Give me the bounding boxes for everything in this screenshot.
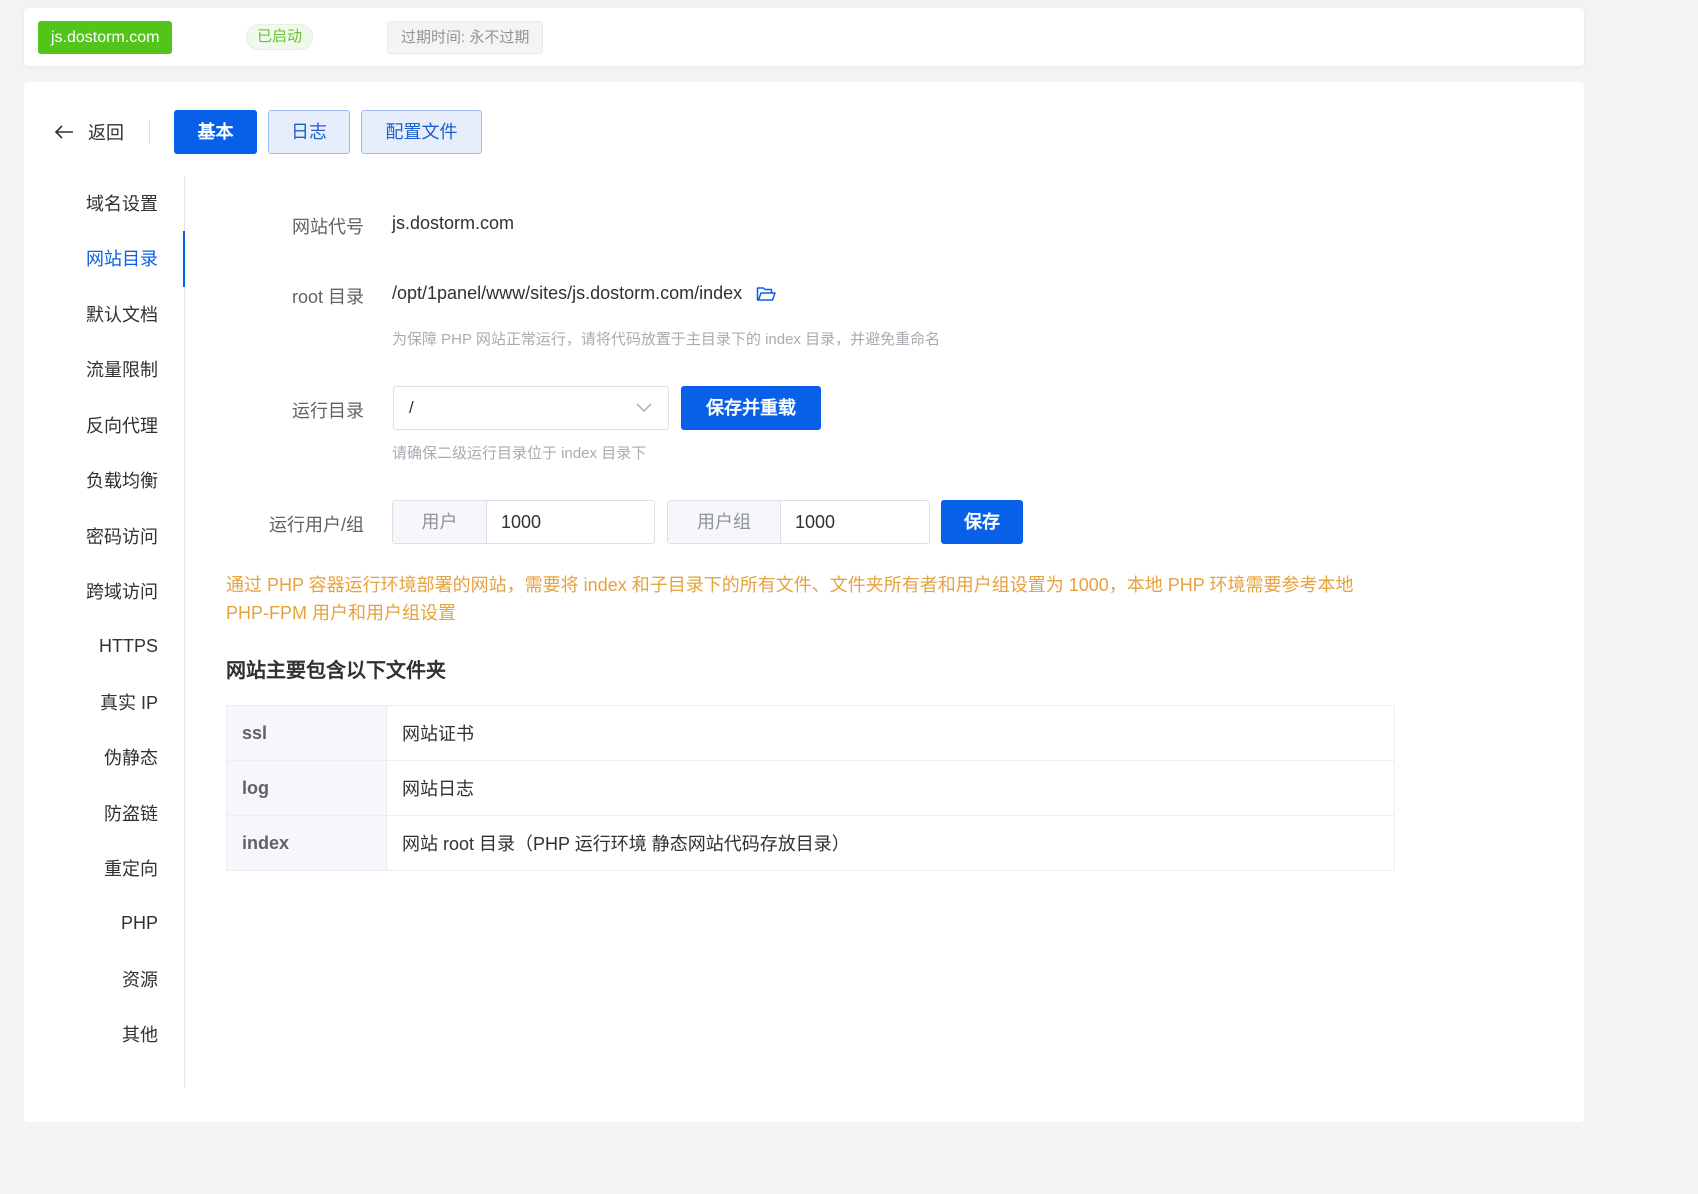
site-name-tag: js.dostorm.com bbox=[38, 21, 173, 54]
folder-name: index bbox=[226, 815, 387, 871]
menu-item-domain[interactable]: 域名设置 bbox=[86, 176, 158, 232]
folder-desc: 网站 root 目录（PHP 运行环境 静态网站代码存放目录） bbox=[386, 815, 1395, 871]
group-input-group: 用户组 1000 bbox=[667, 500, 930, 544]
expire-tag: 过期时间: 永不过期 bbox=[387, 21, 544, 54]
root-dir-hint: 为保障 PHP 网站正常运行，请将代码放置于主目录下的 index 目录，并避免… bbox=[392, 331, 941, 348]
table-row: ssl 网站证书 bbox=[226, 705, 1395, 761]
folder-desc: 网站证书 bbox=[386, 705, 1395, 761]
folder-open-icon[interactable] bbox=[756, 286, 776, 302]
arrow-left-icon bbox=[54, 125, 73, 139]
run-dir-value: / bbox=[409, 398, 414, 417]
root-dir-row: /opt/1panel/www/sites/js.dostorm.com/ind… bbox=[392, 283, 776, 304]
folders-section-title: 网站主要包含以下文件夹 bbox=[226, 660, 446, 682]
status-badge: 已启动 bbox=[246, 24, 314, 50]
folder-name: ssl bbox=[226, 705, 387, 761]
run-user-label: 运行用户/组 bbox=[268, 515, 364, 535]
back-button[interactable]: 返回 bbox=[54, 118, 124, 146]
menu-item-traffic-limit[interactable]: 流量限制 bbox=[86, 342, 158, 398]
save-reload-button[interactable]: 保存并重载 bbox=[681, 386, 821, 430]
menu-item-anti-leech[interactable]: 防盗链 bbox=[104, 786, 158, 842]
menu-active-indicator bbox=[183, 231, 185, 287]
folder-name: log bbox=[226, 760, 387, 816]
root-dir-value: /opt/1panel/www/sites/js.dostorm.com/ind… bbox=[392, 283, 743, 303]
menu-item-site-dir[interactable]: 网站目录 bbox=[86, 231, 158, 287]
menu-item-php[interactable]: PHP bbox=[121, 895, 158, 951]
group-input[interactable]: 1000 bbox=[781, 501, 835, 543]
menu-item-load-balance[interactable]: 负载均衡 bbox=[86, 453, 158, 509]
table-row: index 网站 root 目录（PHP 运行环境 静态网站代码存放目录） bbox=[226, 815, 1395, 871]
run-dir-hint: 请确保二级运行目录位于 index 目录下 bbox=[392, 445, 647, 462]
menu-item-cors[interactable]: 跨域访问 bbox=[86, 564, 158, 620]
menu-item-other[interactable]: 其他 bbox=[122, 1007, 158, 1063]
permission-warning: 通过 PHP 容器运行环境部署的网站，需要将 index 和子目录下的所有文件、… bbox=[226, 575, 1354, 623]
menu-item-redirect[interactable]: 重定向 bbox=[104, 841, 158, 897]
run-dir-label: 运行目录 bbox=[292, 401, 364, 421]
tab-config-file[interactable]: 配置文件 bbox=[361, 110, 482, 154]
save-button[interactable]: 保存 bbox=[941, 500, 1023, 544]
menu-item-https[interactable]: HTTPS bbox=[99, 618, 158, 674]
group-prepend: 用户组 bbox=[668, 501, 781, 543]
menu-item-reverse-proxy[interactable]: 反向代理 bbox=[86, 398, 158, 454]
main-panel: 返回 基本 日志 配置文件 域名设置 网站目录 默认文档 流量限制 反向代理 负… bbox=[24, 82, 1584, 1122]
menu-item-real-ip[interactable]: 真实 IP bbox=[100, 675, 158, 731]
site-header-bar: js.dostorm.com 已启动 过期时间: 永不过期 bbox=[24, 8, 1584, 66]
menu-item-rewrite[interactable]: 伪静态 bbox=[104, 730, 158, 786]
run-dir-select[interactable]: / bbox=[393, 386, 669, 430]
user-input-group: 用户 1000 bbox=[392, 500, 655, 544]
menu-item-resources[interactable]: 资源 bbox=[122, 952, 158, 1008]
menu-item-default-doc[interactable]: 默认文档 bbox=[86, 287, 158, 343]
menu-item-password-access[interactable]: 密码访问 bbox=[86, 509, 158, 565]
user-prepend: 用户 bbox=[393, 501, 487, 543]
chevron-down-icon bbox=[636, 403, 652, 413]
user-input[interactable]: 1000 bbox=[487, 501, 541, 543]
site-code-label: 网站代号 bbox=[292, 217, 364, 237]
root-dir-label: root 目录 bbox=[291, 287, 364, 307]
tab-basic[interactable]: 基本 bbox=[174, 110, 257, 154]
table-row: log 网站日志 bbox=[226, 760, 1395, 816]
site-code-value: js.dostorm.com bbox=[392, 213, 515, 233]
folder-desc: 网站日志 bbox=[386, 760, 1395, 816]
side-menu: 域名设置 网站目录 默认文档 流量限制 反向代理 负载均衡 密码访问 跨域访问 … bbox=[24, 176, 185, 1088]
folders-table: ssl 网站证书 log 网站日志 index 网站 root 目录（PHP 运… bbox=[226, 705, 1395, 871]
back-label: 返回 bbox=[88, 123, 124, 143]
back-divider bbox=[149, 120, 150, 144]
tab-log[interactable]: 日志 bbox=[268, 110, 350, 154]
